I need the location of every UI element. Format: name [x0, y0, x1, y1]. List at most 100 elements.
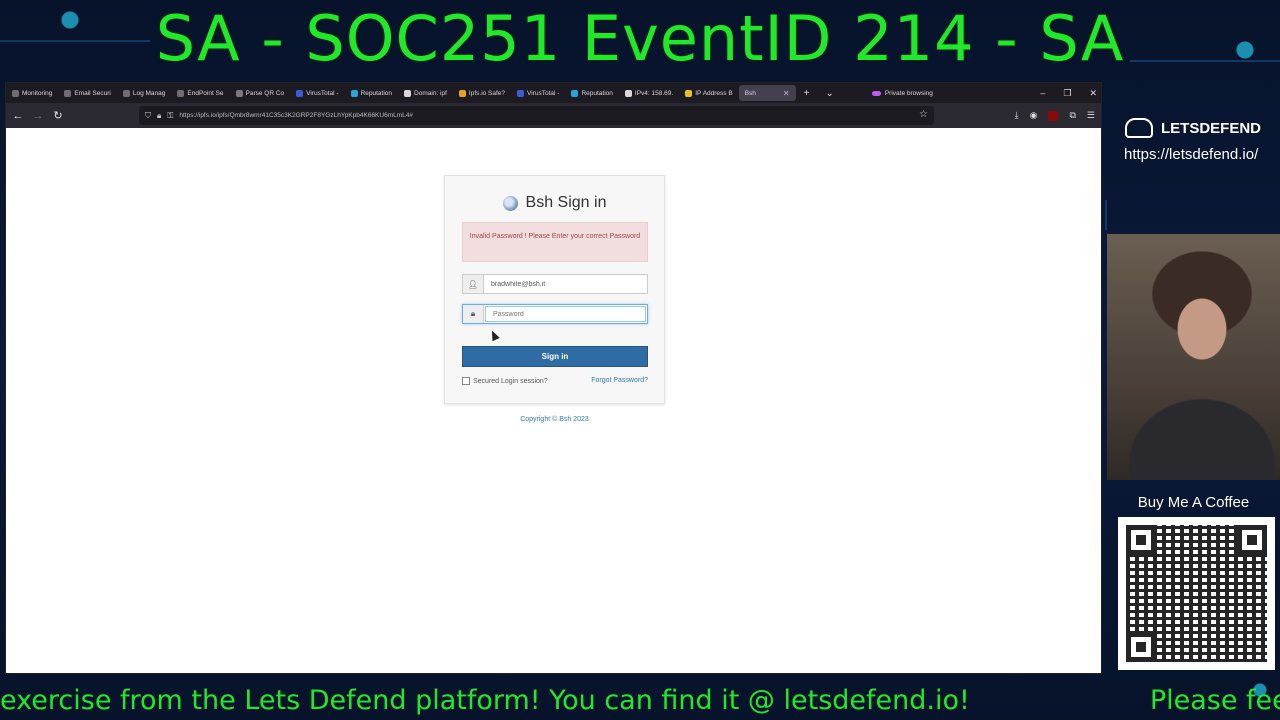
tab-label: Parse QR Co: [245, 89, 285, 97]
letsdefend-logo-icon: [1125, 118, 1153, 138]
private-mask-icon: [871, 90, 881, 96]
ublock-icon[interactable]: [1048, 110, 1059, 121]
tab-icon: [350, 89, 358, 97]
tab-icon: [235, 89, 243, 97]
forward-arrow-icon[interactable]: →: [28, 110, 48, 122]
tab-virustotal-2[interactable]: VirusTotal -: [511, 83, 565, 103]
tab-log-management[interactable]: Log Manag: [117, 83, 172, 103]
tab-label: EndPoint Se: [187, 89, 224, 97]
tab-label: IPv4: 158.69.: [634, 89, 674, 97]
tab-label: VirusTotal -: [527, 89, 560, 97]
brand-url: https://letsdefend.io/: [1124, 146, 1259, 163]
tab-icon: [122, 89, 130, 97]
webcam-feed: [1107, 234, 1280, 480]
shield-icon[interactable]: ⛉: [145, 111, 151, 121]
error-alert: Invalid Password ! Please Enter your cor…: [462, 222, 648, 262]
tab-parse-qr[interactable]: Parse QR Co: [230, 83, 291, 103]
tab-bar: Monitoring Email Securi Log Manag EndPoi…: [6, 83, 1101, 103]
tab-label: Ipfs.io Safe?: [468, 89, 506, 97]
tab-monitoring[interactable]: Monitoring: [6, 83, 58, 103]
letsdefend-brand: LETSDEFEND: [1125, 118, 1261, 138]
forgot-password-link[interactable]: Forgot Password?: [591, 377, 648, 384]
tab-icon: [177, 89, 185, 97]
tab-label: Reputation: [360, 89, 393, 97]
tab-icon: [64, 89, 72, 97]
tab-label: Domain: ipf: [414, 89, 447, 97]
url-text[interactable]: https://ipfs.io/ipfs/Qmbr8wmr41C35c3K2GR…: [179, 112, 413, 119]
key-icon[interactable]: ⚿: [167, 111, 173, 121]
tab-label: Reputation: [581, 89, 613, 97]
page-content: Bsh Sign in Invalid Password ! Please En…: [6, 128, 1101, 673]
ticker-bar: exercise from the Lets Defend platform! …: [0, 682, 1280, 720]
qr-pattern: [1126, 525, 1267, 662]
qr-finder: [1126, 632, 1156, 662]
tab-icon: [571, 89, 579, 97]
tab-domain[interactable]: Domain: ipf: [398, 83, 453, 103]
downloads-icon[interactable]: ⤓: [1015, 110, 1019, 121]
star-icon[interactable]: ☆: [919, 109, 928, 120]
account-icon[interactable]: ◉: [1030, 110, 1038, 121]
new-tab-icon[interactable]: +: [796, 88, 818, 99]
qr-finder: [1237, 525, 1267, 555]
window-controls: – ❐ ✕: [1040, 83, 1097, 103]
tab-label: Log Manag: [132, 89, 166, 97]
tab-label: Bsh: [744, 89, 756, 97]
tab-reputation-2[interactable]: Reputation: [565, 83, 618, 103]
secured-session-checkbox[interactable]: [462, 377, 470, 385]
stream-title: SA - SOC251 EventID 214 - SA: [155, 2, 1125, 75]
close-tab-icon[interactable]: ✕: [783, 89, 790, 98]
private-browsing-label: Private browsing: [884, 89, 933, 97]
tab-virustotal[interactable]: VirusTotal -: [290, 83, 344, 103]
tab-ip-address[interactable]: IP Address B: [679, 83, 738, 103]
remember-label: Secured Login session?: [473, 377, 548, 385]
tab-icon: [685, 89, 693, 97]
login-card: Bsh Sign in Invalid Password ! Please En…: [444, 175, 665, 404]
login-header: Bsh Sign in: [445, 194, 664, 212]
email-input[interactable]: [484, 275, 647, 293]
browser-window: Monitoring Email Securi Log Manag EndPoi…: [5, 82, 1102, 674]
back-arrow-icon[interactable]: ←: [8, 110, 28, 122]
tab-ipfs-safe[interactable]: Ipfs.io Safe?: [453, 83, 511, 103]
tab-reputation[interactable]: Reputation: [345, 83, 398, 103]
password-field: 🔒︎: [462, 304, 648, 324]
copyright-text: Copyright © Bsh 2023: [520, 416, 589, 423]
password-input[interactable]: [485, 306, 646, 322]
user-icon: 👤︎: [463, 275, 484, 293]
tab-icon: [296, 89, 304, 97]
toolbar-right: ⤓ ◉ ⧉ ☰: [1015, 103, 1095, 128]
brand-name: LETSDEFEND: [1161, 119, 1262, 137]
nav-bar: ← → ↻ ⛉ 🔒︎ ⚿ https://ipfs.io/ipfs/Qmbr8w…: [6, 103, 1101, 128]
tab-icon: [458, 89, 466, 97]
tab-icon: [517, 89, 525, 97]
ticker-message: Please feel free to reach out to: [1149, 685, 1280, 716]
tab-label: Monitoring: [22, 89, 53, 97]
buy-me-a-coffee-label: Buy Me A Coffee: [1137, 494, 1250, 511]
close-window-icon[interactable]: ✕: [1089, 88, 1097, 99]
qr-finder: [1126, 525, 1156, 555]
tab-icon: [12, 89, 19, 97]
restore-icon[interactable]: ❐: [1063, 88, 1071, 99]
lock-icon[interactable]: 🔒︎: [157, 111, 161, 121]
private-browsing-indicator: Private browsing: [871, 89, 933, 97]
reload-icon[interactable]: ↻: [48, 109, 68, 122]
tab-icon: [404, 89, 412, 97]
circuit-line: [1105, 200, 1107, 230]
menu-icon[interactable]: ☰: [1087, 110, 1095, 121]
tab-endpoint-security[interactable]: EndPoint Se: [171, 83, 229, 103]
tab-email-security[interactable]: Email Securi: [58, 83, 116, 103]
tab-label: VirusTotal -: [306, 89, 339, 97]
lock-icon: 🔒︎: [463, 305, 484, 323]
minimize-icon[interactable]: –: [1040, 88, 1045, 98]
remember-session[interactable]: Secured Login session?: [462, 377, 548, 385]
tab-label: IP Address B: [695, 89, 733, 97]
qr-code: [1118, 517, 1275, 670]
url-bar[interactable]: ⛉ 🔒︎ ⚿ https://ipfs.io/ipfs/Qmbr8wmr41C3…: [139, 106, 934, 125]
extensions-icon[interactable]: ⧉: [1069, 110, 1075, 121]
tab-icon: [624, 89, 632, 97]
tab-list-chevron-icon[interactable]: ⌄: [817, 88, 841, 99]
tab-label: Email Securi: [74, 89, 111, 97]
tab-ipv4[interactable]: IPv4: 158.69.: [619, 83, 679, 103]
tab-bsh-active[interactable]: Bsh ✕: [738, 85, 796, 101]
email-field: 👤︎: [462, 274, 648, 294]
sign-in-button[interactable]: Sign in: [462, 346, 648, 367]
